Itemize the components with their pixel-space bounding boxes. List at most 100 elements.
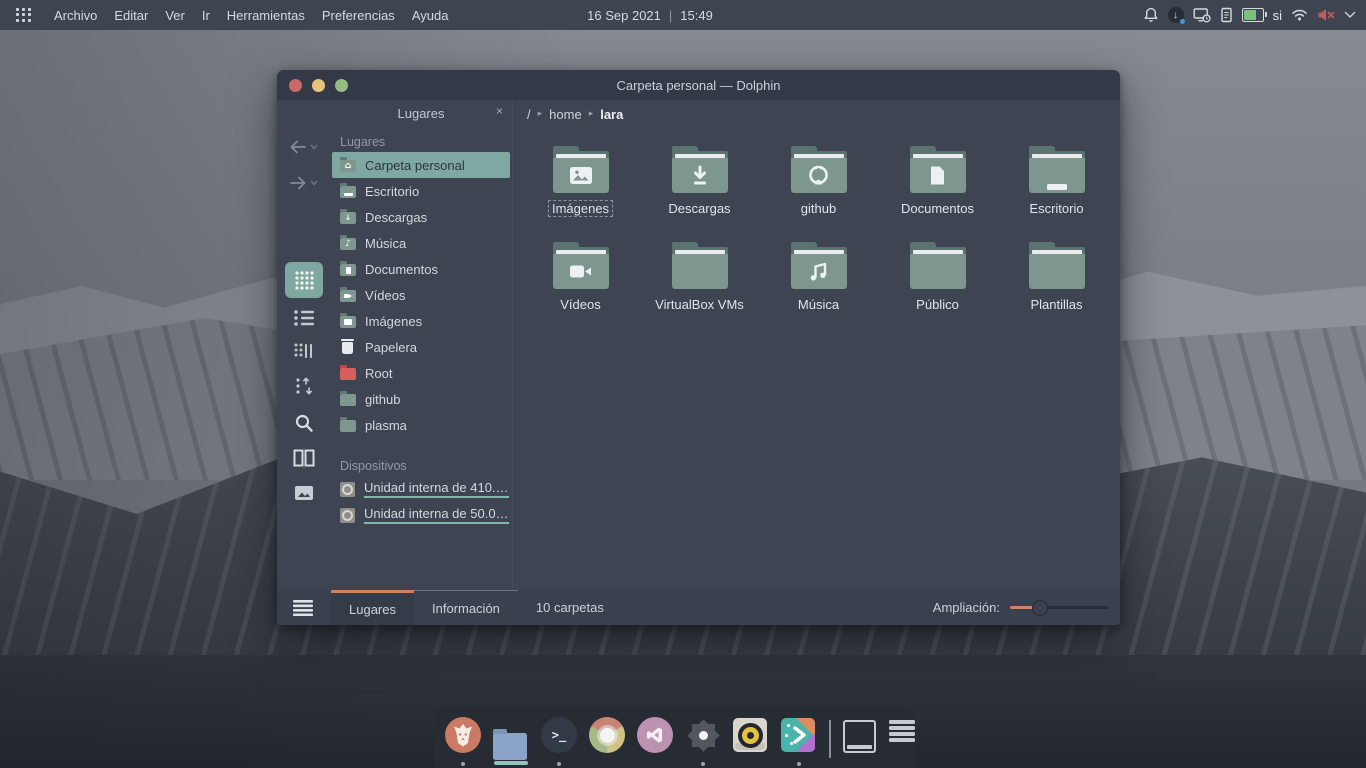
sidebar-item-descargas[interactable]: ↓ Descargas: [332, 204, 510, 230]
close-button[interactable]: [289, 79, 302, 92]
sidebar-item-label: Escritorio: [365, 184, 419, 199]
sidebar-item-device-2[interactable]: Unidad interna de 50.0…: [332, 502, 510, 528]
clipboard-icon[interactable]: [1220, 7, 1233, 23]
breadcrumb: / ▸ home ▸ lara: [527, 100, 623, 128]
display-clock-icon[interactable]: [1193, 7, 1211, 23]
battery-icon[interactable]: [1242, 8, 1264, 22]
dock-item-settings[interactable]: [685, 706, 721, 768]
tab-informacion[interactable]: Información: [414, 590, 518, 625]
running-indicator: [557, 762, 561, 766]
dock-item-app-menu[interactable]: [888, 706, 916, 768]
notifications-icon[interactable]: [1143, 7, 1159, 23]
preview-button[interactable]: [285, 475, 323, 511]
dock-item-plasma-tool[interactable]: [781, 706, 817, 768]
folder-view[interactable]: / ▸ home ▸ lara Imágenes Descargas: [512, 100, 1120, 590]
menu-ver[interactable]: Ver: [165, 8, 185, 23]
sidebar-item-imagenes[interactable]: Imágenes: [332, 308, 510, 334]
dock-item-chromium[interactable]: [589, 706, 625, 768]
dock-item-firefox[interactable]: [445, 706, 481, 768]
dock-item-media-player[interactable]: [733, 706, 769, 768]
dock-item-vscode[interactable]: [637, 706, 673, 768]
folder-item-descargas[interactable]: Descargas: [640, 136, 759, 232]
folder-icon: [340, 420, 356, 432]
wifi-icon[interactable]: [1291, 8, 1308, 22]
volume-muted-icon[interactable]: [1317, 8, 1335, 22]
sidebar-item-github[interactable]: github: [332, 386, 510, 412]
panel-header: Lugares ×: [330, 100, 512, 126]
sidebar-item-device-1[interactable]: Unidad interna de 410.…: [332, 476, 510, 502]
folder-label: Vídeos: [556, 296, 604, 313]
zoom-control: Ampliación:: [933, 600, 1108, 616]
folder-item-publico[interactable]: Público: [878, 232, 997, 328]
tab-lugares[interactable]: Lugares: [331, 590, 414, 625]
sidebar-item-carpeta-personal[interactable]: ⌂ Carpeta personal: [332, 152, 510, 178]
maximize-button[interactable]: [335, 79, 348, 92]
folder-item-musica[interactable]: Música: [759, 232, 878, 328]
folder-item-plantillas[interactable]: Plantillas: [997, 232, 1116, 328]
close-panel-button[interactable]: ×: [496, 104, 503, 118]
folder-label: Imágenes: [548, 200, 613, 217]
icons-view-icon: [293, 269, 315, 291]
updates-badge-dot: [1180, 19, 1185, 24]
breadcrumb-root[interactable]: /: [527, 107, 531, 122]
global-menubar: Archivo Editar Ver Ir Herramientas Prefe…: [54, 8, 448, 23]
app-launcher-icon[interactable]: [16, 8, 31, 23]
icons-view-button[interactable]: [285, 262, 323, 298]
breadcrumb-current[interactable]: lara: [600, 107, 623, 122]
back-history-chevron-icon[interactable]: [310, 144, 318, 150]
folder-item-documentos[interactable]: Documentos: [878, 136, 997, 232]
zoom-slider-handle[interactable]: [1032, 600, 1048, 616]
folder-item-escritorio[interactable]: Escritorio: [997, 136, 1116, 232]
panel-menu-button[interactable]: [293, 600, 313, 616]
menu-herramientas[interactable]: Herramientas: [227, 8, 305, 23]
dock-item-show-desktop[interactable]: [843, 706, 876, 768]
music-folder-icon: [791, 242, 847, 289]
expand-tray-icon[interactable]: [1344, 11, 1356, 19]
window-titlebar[interactable]: Carpeta personal — Dolphin: [277, 70, 1120, 100]
sidebar-item-plasma[interactable]: plasma: [332, 412, 510, 438]
clock-date[interactable]: 16 Sep 2021: [587, 8, 661, 23]
back-button[interactable]: [277, 132, 330, 162]
split-view-button[interactable]: [285, 440, 323, 476]
sidebar-item-root[interactable]: Root: [332, 360, 510, 386]
menu-archivo[interactable]: Archivo: [54, 8, 97, 23]
compact-view-button[interactable]: [285, 333, 323, 369]
zoom-slider[interactable]: [1010, 600, 1108, 616]
sidebar-item-papelera[interactable]: Papelera: [332, 334, 510, 360]
sidebar-item-label: Descargas: [365, 210, 427, 225]
sidebar-item-escritorio[interactable]: Escritorio: [332, 178, 510, 204]
menu-editar[interactable]: Editar: [114, 8, 148, 23]
list-view-button[interactable]: [285, 300, 323, 336]
folder-item-virtualbox-vms[interactable]: VirtualBox VMs: [640, 232, 759, 328]
clock-time[interactable]: 15:49: [680, 8, 713, 23]
breadcrumb-separator-icon: ▸: [538, 109, 543, 119]
dock-item-terminal[interactable]: >_: [541, 706, 577, 768]
folder-item-imagenes[interactable]: Imágenes: [521, 136, 640, 232]
status-bar: Lugares Información 10 carpetas Ampliaci…: [277, 590, 1120, 625]
plain-folder-icon: [672, 242, 728, 289]
menu-ir[interactable]: Ir: [202, 8, 210, 23]
folder-item-github[interactable]: github: [759, 136, 878, 232]
breadcrumb-home[interactable]: home: [549, 107, 582, 122]
device-label: Unidad interna de 410.…: [364, 480, 509, 498]
forward-history-chevron-icon[interactable]: [310, 180, 318, 186]
compact-view-icon: [293, 342, 315, 360]
search-button[interactable]: [285, 405, 323, 441]
folder-item-videos[interactable]: Vídeos: [521, 232, 640, 328]
list-view-icon: [293, 309, 315, 327]
forward-button[interactable]: [277, 168, 330, 198]
minimize-button[interactable]: [312, 79, 325, 92]
dock-item-file-manager[interactable]: [493, 706, 529, 768]
sidebar-item-videos[interactable]: Vídeos: [332, 282, 510, 308]
menu-ayuda[interactable]: Ayuda: [412, 8, 449, 23]
keyboard-layout-indicator[interactable]: si: [1273, 8, 1282, 23]
device-label: Unidad interna de 50.0…: [364, 506, 509, 524]
sidebar-item-label: plasma: [365, 418, 407, 433]
videos-folder-icon: [340, 290, 356, 302]
sidebar-item-documentos[interactable]: Documentos: [332, 256, 510, 282]
menu-preferencias[interactable]: Preferencias: [322, 8, 395, 23]
sidebar-item-musica[interactable]: ♪ Música: [332, 230, 510, 256]
sort-button[interactable]: [285, 368, 323, 404]
updates-icon[interactable]: ↓: [1168, 7, 1184, 23]
running-indicator: [701, 762, 705, 766]
